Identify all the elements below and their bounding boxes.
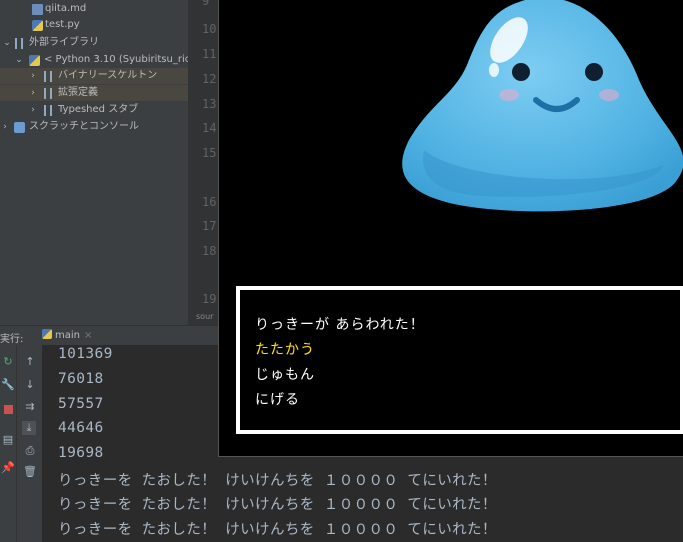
tree-item-extended-definitions[interactable]: › 拡張定義 (0, 85, 188, 101)
tree-item-test-py[interactable]: test.py (0, 17, 188, 33)
chevron-right-icon[interactable]: › (28, 102, 38, 118)
trash-icon[interactable]: 🗑 (23, 465, 37, 479)
chevron-down-icon[interactable]: ⌄ (14, 52, 24, 68)
tree-item-scratches[interactable]: › スクラッチとコンソール (0, 119, 188, 135)
wrench-icon[interactable]: 🔧 (1, 378, 15, 392)
python-sdk-icon (29, 55, 40, 66)
tree-item-label: < Python 3.10 (Syubiritsu_ricky) (44, 54, 188, 65)
console-line: 57557 (58, 396, 104, 412)
line-number: 12 (202, 72, 217, 86)
soft-wrap-icon[interactable]: ⇉ (23, 400, 37, 414)
chevron-right-icon[interactable]: › (28, 68, 38, 84)
console-line: りっきーを たおした！ けいけんちを １００００ てにいれた！ (58, 473, 497, 489)
line-number: 9 (202, 0, 210, 8)
chevron-right-icon[interactable]: › (28, 85, 38, 101)
arrow-down-icon[interactable]: ↓ (23, 378, 37, 392)
layout-icon[interactable]: ▤ (1, 433, 15, 447)
tree-item-qiita-md[interactable]: qiita.md (0, 1, 188, 17)
battle-message-box: りっきーが あらわれた！ たたかう じゅもん にげる (236, 286, 683, 434)
command-spell[interactable]: じゅもん (255, 364, 315, 384)
library-icon (44, 105, 52, 116)
arrow-up-icon[interactable]: ↑ (23, 355, 37, 369)
library-icon (15, 38, 23, 49)
tree-item-label: test.py (45, 19, 80, 30)
stop-icon[interactable] (1, 403, 15, 417)
python-file-icon (32, 20, 43, 31)
tree-item-external-libraries[interactable]: ⌄ 外部ライブラリ (0, 35, 188, 51)
run-action-strip: ↻ 🔧 ▤ 📌 (0, 345, 16, 542)
console-line: りっきーを たおした！ けいけんちを １００００ てにいれた！ (58, 497, 497, 513)
line-number: 17 (202, 219, 217, 233)
library-icon (44, 71, 52, 82)
print-icon[interactable]: ⎙ (23, 444, 37, 458)
battle-message: りっきーが あらわれた！ (255, 317, 425, 333)
tree-item-label: 拡張定義 (58, 87, 98, 98)
tab-main-label: main (55, 330, 80, 341)
line-number: 11 (202, 47, 217, 61)
chevron-right-icon[interactable]: › (0, 119, 10, 135)
tree-item-python-sdk[interactable]: ⌄ < Python 3.10 (Syubiritsu_ricky) (0, 52, 188, 68)
command-fight[interactable]: たたかう (255, 339, 315, 359)
project-tree: qiita.md test.py ⌄ 外部ライブラリ ⌄ < Python 3.… (0, 0, 188, 325)
console-line: 19698 (58, 445, 104, 461)
chevron-down-icon[interactable]: ⌄ (2, 35, 12, 51)
close-icon[interactable]: × (84, 330, 92, 341)
editor-gutter: 9 10 11 12 13 14 15 16 17 18 19 (188, 0, 222, 325)
line-number: 14 (202, 121, 217, 135)
tree-item-label: qiita.md (45, 3, 87, 14)
line-number: 13 (202, 97, 217, 111)
pin-icon[interactable]: 📌 (1, 461, 15, 475)
run-label: 実行: (0, 334, 24, 345)
console-line: 76018 (58, 371, 104, 387)
line-number: 16 (202, 195, 217, 209)
line-number: 18 (202, 244, 217, 258)
slime-monster (402, 0, 683, 212)
line-number: 19 (202, 292, 217, 306)
tree-item-label: スクラッチとコンソール (29, 121, 139, 132)
tree-item-binary-skeletons[interactable]: › バイナリースケルトン (0, 68, 188, 84)
python-file-icon (42, 329, 52, 339)
game-window[interactable]: りっきーが あらわれた！ たたかう じゅもん にげる (218, 0, 683, 457)
editor-source-tag: sour (196, 312, 214, 321)
tree-item-typeshed-stubs[interactable]: › Typeshed スタブ (0, 102, 188, 118)
console-line: 44646 (58, 420, 104, 436)
command-run[interactable]: にげる (255, 389, 300, 409)
line-number: 10 (202, 22, 217, 36)
tree-item-label: Typeshed スタブ (58, 104, 139, 115)
console-line: 101369 (58, 346, 113, 362)
library-icon (44, 88, 52, 99)
line-number: 15 (202, 146, 217, 160)
rerun-icon[interactable]: ↻ (1, 355, 15, 369)
scratch-icon (14, 122, 25, 133)
tree-item-label: 外部ライブラリ (29, 37, 99, 48)
scroll-to-end-icon[interactable]: ⤓ (22, 421, 36, 435)
tree-item-label: バイナリースケルトン (58, 70, 158, 81)
markdown-file-icon (32, 4, 43, 15)
console-action-strip: ↑ ↓ ⇉ ⤓ ⎙ 🗑 (16, 345, 43, 542)
tab-main[interactable]: main × (38, 328, 96, 344)
console-line: りっきーを たおした！ けいけんちを １００００ てにいれた！ (58, 522, 497, 538)
